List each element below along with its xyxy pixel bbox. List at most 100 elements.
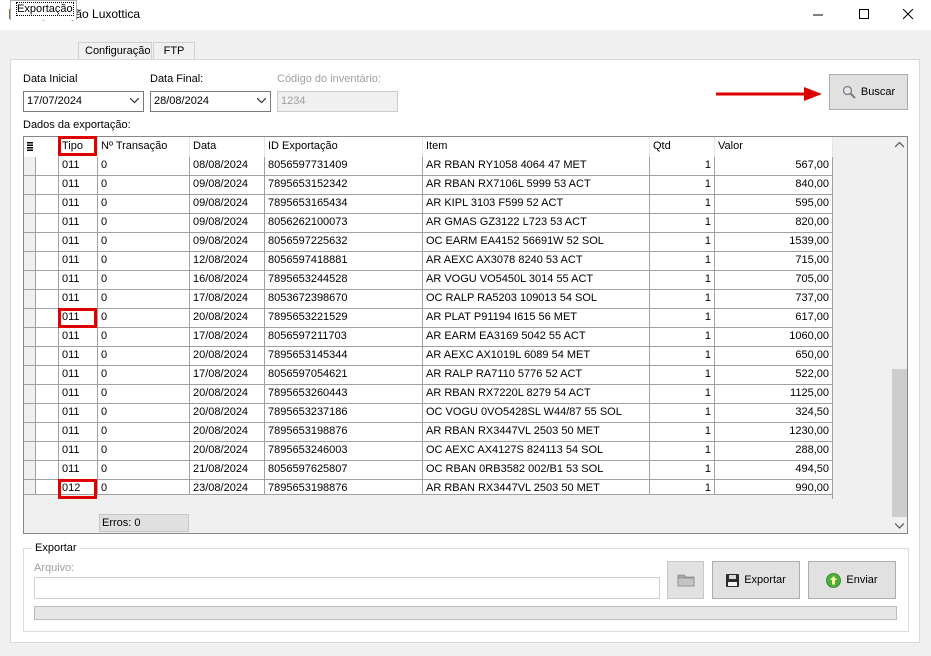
table-cell[interactable]: 8056597625807: [265, 461, 423, 480]
row-indicator[interactable]: [36, 461, 59, 480]
table-cell[interactable]: 8056597225632: [265, 233, 423, 252]
table-cell[interactable]: 011: [59, 157, 98, 176]
table-cell[interactable]: 617,00: [715, 309, 833, 328]
table-cell[interactable]: 20/08/2024: [190, 347, 265, 366]
codigo-inventario-input[interactable]: 1234: [277, 91, 398, 112]
table-cell[interactable]: 8056597054621: [265, 366, 423, 385]
table-cell[interactable]: 21/08/2024: [190, 461, 265, 480]
table-cell[interactable]: 1: [650, 347, 715, 366]
table-cell[interactable]: AR GMAS GZ3122 L723 53 ACT: [423, 214, 650, 233]
table-cell[interactable]: 1: [650, 442, 715, 461]
table-cell[interactable]: 0: [98, 328, 190, 347]
table-cell[interactable]: OC EARM EA4152 56691W 52 SOL: [423, 233, 650, 252]
table-cell[interactable]: 0: [98, 176, 190, 195]
scroll-down-icon[interactable]: [895, 523, 904, 529]
grid-corner-header[interactable]: [24, 137, 59, 157]
table-cell[interactable]: 7895653145344: [265, 347, 423, 366]
table-cell[interactable]: 12/08/2024: [190, 252, 265, 271]
table-cell[interactable]: 0: [98, 214, 190, 233]
table-cell[interactable]: AR RALP RA7110 5776 52 ACT: [423, 366, 650, 385]
table-cell[interactable]: 20/08/2024: [190, 385, 265, 404]
row-indicator[interactable]: [36, 423, 59, 442]
row-indicator[interactable]: [36, 347, 59, 366]
row-indicator[interactable]: [36, 442, 59, 461]
table-cell[interactable]: OC RBAN 0RB3582 002/B1 53 SOL: [423, 461, 650, 480]
table-cell[interactable]: OC RALP RA5203 109013 54 SOL: [423, 290, 650, 309]
table-cell[interactable]: 0: [98, 271, 190, 290]
row-indicator[interactable]: [36, 309, 59, 328]
table-cell[interactable]: 011: [59, 404, 98, 423]
table-cell[interactable]: 17/08/2024: [190, 366, 265, 385]
table-cell[interactable]: 8056597418881: [265, 252, 423, 271]
column-header[interactable]: Qtd: [650, 137, 715, 157]
table-cell[interactable]: 715,00: [715, 252, 833, 271]
table-cell[interactable]: 0: [98, 233, 190, 252]
row-header[interactable]: [24, 176, 36, 195]
table-cell[interactable]: OC VOGU 0VO5428SL W44/87 55 SOL: [423, 404, 650, 423]
row-indicator[interactable]: [36, 366, 59, 385]
table-cell[interactable]: 0: [98, 423, 190, 442]
scrollbar-thumb[interactable]: [892, 369, 907, 517]
table-cell[interactable]: 324,50: [715, 404, 833, 423]
table-cell[interactable]: 288,00: [715, 442, 833, 461]
table-cell[interactable]: 0: [98, 157, 190, 176]
table-cell[interactable]: 0: [98, 347, 190, 366]
row-header[interactable]: [24, 214, 36, 233]
table-cell[interactable]: 17/08/2024: [190, 328, 265, 347]
table-cell[interactable]: 7895653221529: [265, 309, 423, 328]
table-cell[interactable]: AR EARM EA3169 5042 55 ACT: [423, 328, 650, 347]
data-final-picker[interactable]: 28/08/2024: [150, 91, 271, 112]
export-data-grid[interactable]: Tipo Nº Transação Data ID Exportação Item Qtd…: [23, 136, 908, 534]
row-header[interactable]: [24, 271, 36, 290]
row-indicator[interactable]: [36, 271, 59, 290]
table-cell[interactable]: 1: [650, 423, 715, 442]
table-cell[interactable]: 595,00: [715, 195, 833, 214]
table-cell[interactable]: 0: [98, 366, 190, 385]
table-cell[interactable]: 011: [59, 176, 98, 195]
table-cell[interactable]: 1: [650, 366, 715, 385]
table-cell[interactable]: 0: [98, 461, 190, 480]
row-header[interactable]: [24, 309, 36, 328]
table-cell[interactable]: 1: [650, 214, 715, 233]
table-cell[interactable]: 09/08/2024: [190, 214, 265, 233]
column-header[interactable]: Item: [423, 137, 650, 157]
tab-exportacao[interactable]: Exportação: [10, 0, 77, 20]
table-cell[interactable]: 494,50: [715, 461, 833, 480]
table-cell[interactable]: 1: [650, 233, 715, 252]
table-cell[interactable]: AR AEXC AX3078 8240 53 ACT: [423, 252, 650, 271]
table-cell[interactable]: 1: [650, 195, 715, 214]
table-cell[interactable]: 7895653246003: [265, 442, 423, 461]
table-cell[interactable]: 011: [59, 328, 98, 347]
table-cell[interactable]: 705,00: [715, 271, 833, 290]
table-cell[interactable]: 0: [98, 385, 190, 404]
vertical-scrollbar[interactable]: [891, 137, 908, 533]
table-cell[interactable]: 011: [59, 214, 98, 233]
table-cell[interactable]: AR VOGU VO5450L 3014 55 ACT: [423, 271, 650, 290]
maximize-button[interactable]: [842, 0, 888, 30]
table-cell[interactable]: AR RBAN RX7106L 5999 53 ACT: [423, 176, 650, 195]
table-cell[interactable]: 011: [59, 290, 98, 309]
table-cell[interactable]: 0: [98, 442, 190, 461]
table-cell[interactable]: 17/08/2024: [190, 290, 265, 309]
table-cell[interactable]: 0: [98, 252, 190, 271]
table-cell[interactable]: 0: [98, 404, 190, 423]
table-cell[interactable]: 011: [59, 195, 98, 214]
table-cell[interactable]: 1: [650, 404, 715, 423]
table-cell[interactable]: 1: [650, 328, 715, 347]
table-cell[interactable]: 7895653198876: [265, 423, 423, 442]
table-cell[interactable]: 011: [59, 233, 98, 252]
row-header[interactable]: [24, 366, 36, 385]
table-cell[interactable]: 1125,00: [715, 385, 833, 404]
table-cell[interactable]: 011: [59, 385, 98, 404]
table-cell[interactable]: AR PLAT P91194 I615 56 MET: [423, 309, 650, 328]
table-cell[interactable]: 1: [650, 309, 715, 328]
table-cell[interactable]: 011: [59, 442, 98, 461]
table-cell[interactable]: 1: [650, 252, 715, 271]
row-header[interactable]: [24, 328, 36, 347]
row-indicator[interactable]: [36, 176, 59, 195]
table-cell[interactable]: 1: [650, 271, 715, 290]
column-header[interactable]: Data: [190, 137, 265, 157]
table-cell[interactable]: 16/08/2024: [190, 271, 265, 290]
table-cell[interactable]: 8056597731409: [265, 157, 423, 176]
table-cell[interactable]: 1539,00: [715, 233, 833, 252]
